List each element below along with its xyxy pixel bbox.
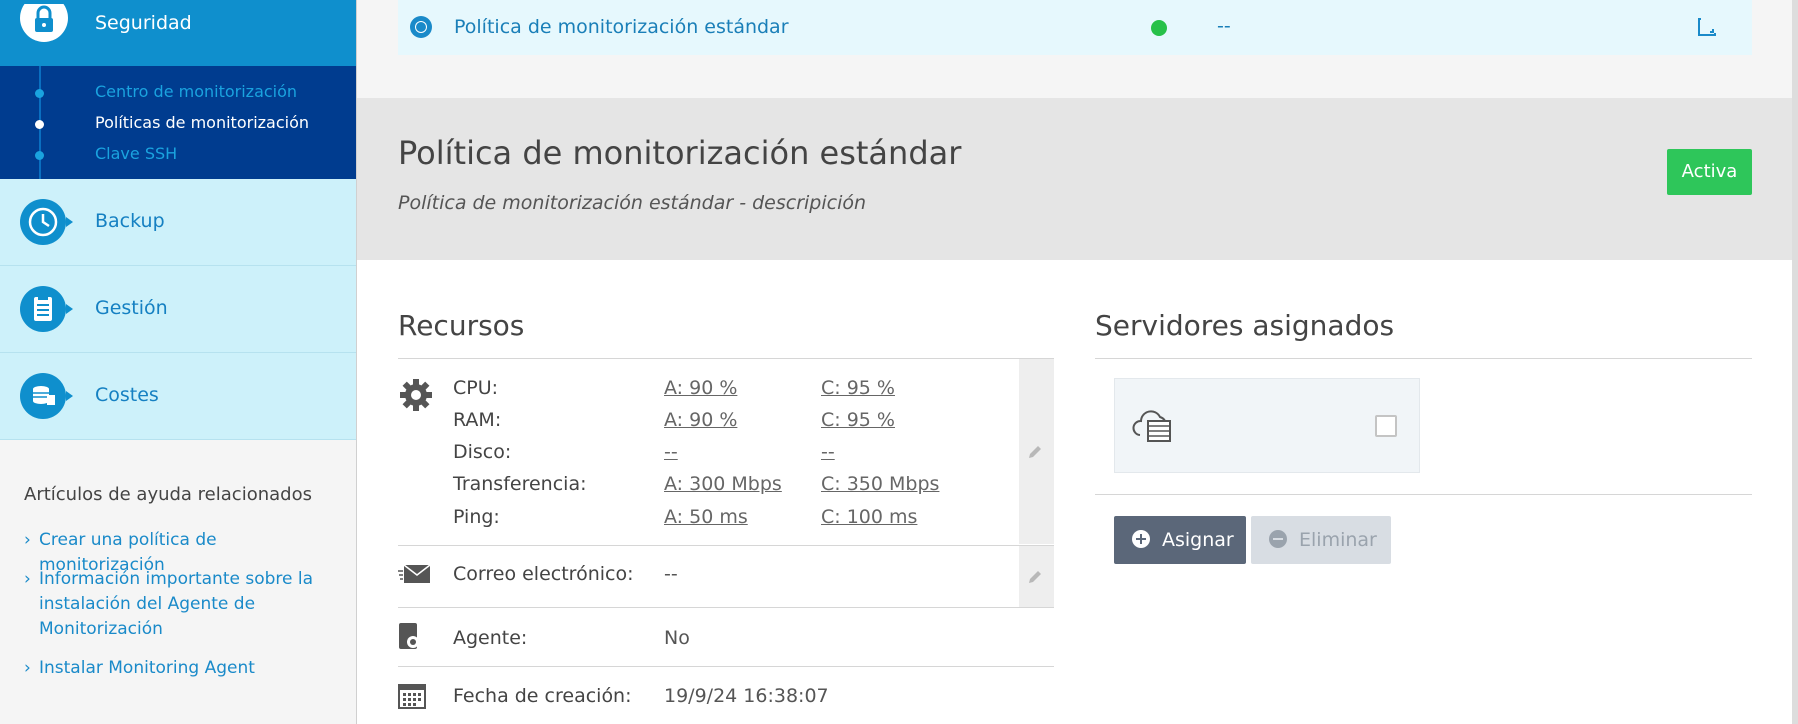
expand-icon[interactable] [1696,16,1718,38]
remove-button-label: Eliminar [1299,529,1377,551]
resource-label-cpu: CPU: [453,377,499,399]
resource-ram-critical[interactable]: C: 95 % [821,409,895,431]
resource-disk-critical[interactable]: -- [821,441,835,463]
help-articles-title: Artículos de ayuda relacionados [24,484,312,505]
created-value: 19/9/24 16:38:07 [664,685,829,707]
subnav-item-ssh-key[interactable]: Clave SSH [95,144,177,163]
policy-header-panel [357,98,1792,260]
subnav-dot-active [35,120,44,129]
sidebar-item-security-label: Seguridad [95,12,192,34]
gear-icon [400,379,432,411]
server-checkbox[interactable] [1375,415,1397,437]
resource-ping-warning[interactable]: A: 50 ms [664,506,748,528]
chevron-right-icon: › [24,569,31,589]
chevron-right-icon: › [24,530,31,550]
sidebar-item-backup-label: Backup [95,210,165,232]
sidebar-item-security[interactable]: Seguridad [0,0,356,66]
history-icon [20,199,73,245]
resource-ping-critical[interactable]: C: 100 ms [821,506,917,528]
sidebar-item-management-label: Gestión [95,297,168,319]
plus-circle-icon [1132,530,1150,548]
resource-transfer-warning[interactable]: A: 300 Mbps [664,473,782,495]
scrollbar[interactable] [1792,0,1798,724]
resource-label-disk: Disco: [453,441,512,463]
created-label: Fecha de creación: [453,685,632,707]
pencil-icon[interactable] [1025,567,1045,587]
agent-value: No [664,627,690,649]
agent-label: Agente: [453,627,528,649]
resources-title: Recursos [398,309,525,342]
servers-title: Servidores asignados [1095,309,1395,342]
email-label: Correo electrónico: [453,563,634,585]
resource-label-ping: Ping: [453,506,500,528]
subnav-item-monitoring-policies[interactable]: Políticas de monitorización [95,113,309,132]
sidebar-item-costs[interactable]: Costes [0,353,356,440]
policy-row-name[interactable]: Política de monitorización estándar [454,16,789,38]
chevron-right-icon: › [24,658,31,678]
clipboard-icon [20,286,73,332]
pencil-icon[interactable] [1025,442,1045,462]
resource-ram-warning[interactable]: A: 90 % [664,409,737,431]
resource-disk-warning[interactable]: -- [664,441,678,463]
sidebar-item-costs-label: Costes [95,384,159,406]
subnav-item-monitoring-center[interactable]: Centro de monitorización [95,82,297,101]
remove-button[interactable]: Eliminar [1251,516,1391,564]
radio-inner-dot [416,22,426,32]
status-active-button[interactable]: Activa [1667,149,1752,195]
minus-circle-icon [1269,530,1287,548]
lock-icon [20,4,68,42]
agent-icon [399,623,419,649]
envelope-icon [398,564,431,583]
assign-button[interactable]: Asignar [1114,516,1246,564]
subnav-dot [35,89,44,98]
cloud-server-icon [1132,410,1171,442]
subnav-dot [35,151,44,160]
help-link-agent-info[interactable]: › Información importante sobre la instal… [24,567,344,642]
page-title: Política de monitorización estándar [398,134,962,172]
policy-row-value: -- [1217,15,1231,37]
policy-description: Política de monitorización estándar - de… [398,192,867,214]
sidebar-item-backup[interactable]: Backup [0,179,356,266]
help-link-install-agent[interactable]: › Instalar Monitoring Agent [24,656,344,681]
assign-button-label: Asignar [1162,529,1234,551]
security-subnav: Centro de monitorización Políticas de mo… [0,66,356,179]
resource-cpu-warning[interactable]: A: 90 % [664,377,737,399]
resource-label-ram: RAM: [453,409,502,431]
resource-label-transfer: Transferencia: [453,473,587,495]
calendar-icon [398,684,426,709]
status-dot-green [1151,20,1167,36]
email-value: -- [664,563,678,585]
resource-cpu-critical[interactable]: C: 95 % [821,377,895,399]
sidebar-item-management[interactable]: Gestión [0,266,356,353]
resource-transfer-critical[interactable]: C: 350 Mbps [821,473,939,495]
coins-icon [20,373,73,419]
